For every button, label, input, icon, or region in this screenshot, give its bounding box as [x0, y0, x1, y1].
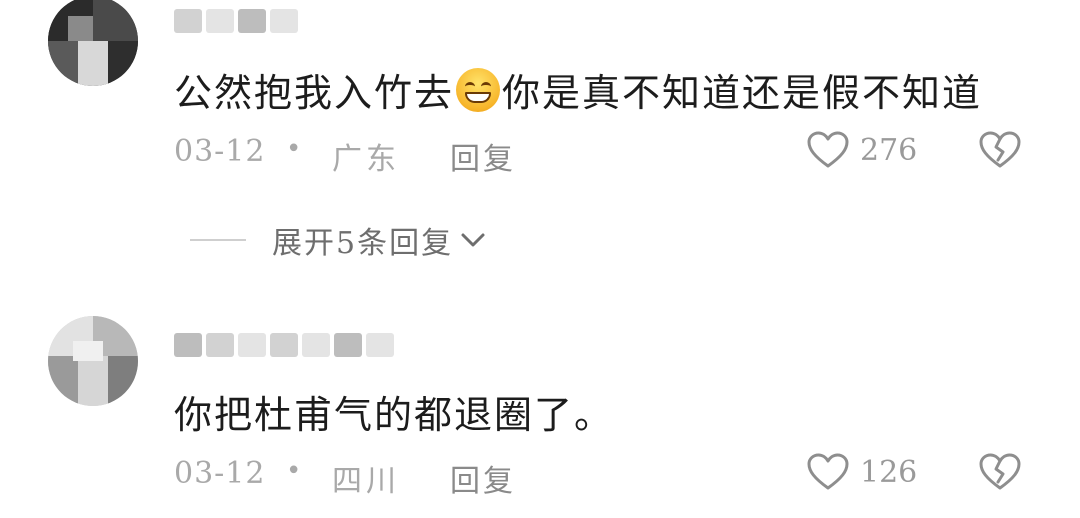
comment-meta: 03-12 • 四川 回复 126	[174, 453, 1080, 499]
heart-outline-icon	[807, 131, 849, 168]
reply-button[interactable]: 回复	[450, 134, 516, 178]
meta-separator: •	[286, 134, 302, 164]
comment-text-part: 公然抱我入竹去	[174, 71, 455, 115]
comment-text: 你把杜甫气的都退圈了。	[174, 393, 615, 437]
meta-separator: •	[286, 456, 302, 486]
broken-heart-icon	[979, 131, 1021, 168]
expand-replies-button[interactable]: 展开5条回复	[190, 220, 487, 261]
like-count: 126	[860, 454, 918, 490]
comment-text-part: 你是真不知道还是假不知道	[502, 71, 983, 115]
dislike-button[interactable]	[978, 130, 1022, 178]
comment-date: 03-12	[174, 134, 266, 169]
comment-region: 广东	[332, 142, 400, 177]
comment-item: 你把杜甫气的都退圈了。 03-12 • 四川 回复 126	[0, 310, 1080, 518]
username[interactable]	[174, 6, 298, 36]
comment-region: 四川	[332, 464, 400, 499]
heart-outline-icon	[807, 453, 849, 490]
like-count: 276	[860, 132, 918, 168]
reply-button[interactable]: 回复	[450, 456, 516, 500]
comment-item: 公然抱我入竹去 你是真不知道还是假不知道 03-12 • 广东 回复 276 展开…	[0, 0, 1080, 290]
expand-replies-label: 展开5条回复	[272, 226, 454, 261]
comment-meta: 03-12 • 广东 回复 276	[174, 131, 1080, 177]
broken-heart-icon	[979, 453, 1021, 490]
comment-text: 公然抱我入竹去 你是真不知道还是假不知道	[174, 62, 982, 117]
like-button[interactable]: 276	[806, 130, 917, 170]
grinning-sweat-emoji-icon	[456, 68, 501, 112]
chevron-down-icon	[461, 233, 485, 247]
like-button[interactable]: 126	[806, 452, 917, 492]
avatar[interactable]	[48, 0, 138, 86]
divider-line	[190, 239, 246, 241]
username[interactable]	[174, 330, 394, 360]
comment-date: 03-12	[174, 456, 266, 491]
avatar[interactable]	[48, 316, 138, 406]
dislike-button[interactable]	[978, 452, 1022, 500]
